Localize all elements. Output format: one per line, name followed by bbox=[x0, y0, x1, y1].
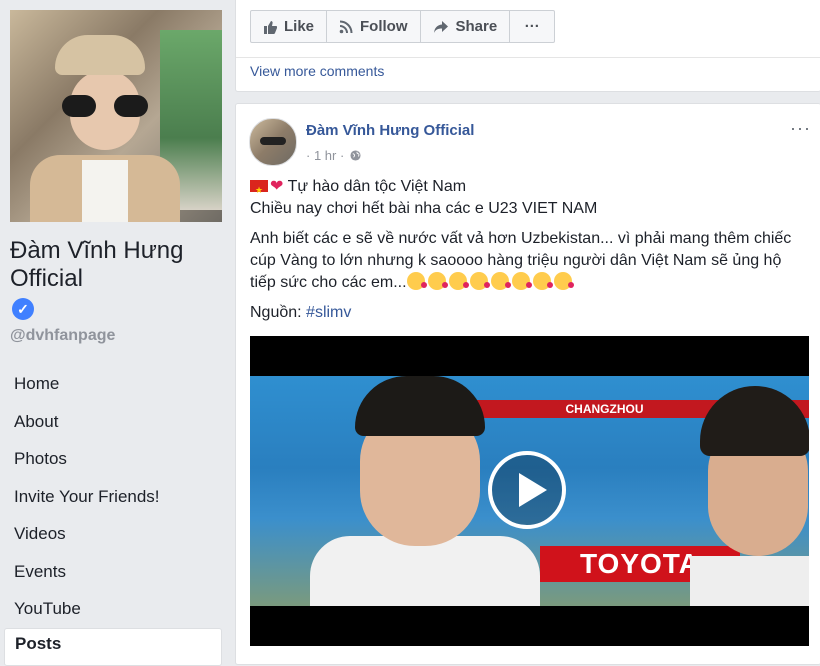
like-button[interactable]: Like bbox=[251, 11, 328, 42]
nav-item-events[interactable]: Events bbox=[4, 553, 222, 591]
nav-item-about[interactable]: About bbox=[4, 403, 222, 441]
play-icon[interactable] bbox=[488, 451, 566, 529]
more-options-button[interactable]: ··· bbox=[510, 11, 554, 42]
profile-picture[interactable] bbox=[10, 10, 222, 222]
rss-icon bbox=[339, 20, 353, 33]
globe-icon bbox=[350, 150, 361, 161]
like-label: Like bbox=[284, 18, 315, 35]
source-label: Nguồn: bbox=[250, 304, 302, 321]
share-arrow-icon bbox=[433, 20, 448, 33]
follow-button[interactable]: Follow bbox=[327, 11, 421, 42]
previous-post-card: Like Follow Share ··· View more comments bbox=[235, 0, 820, 92]
post-text-line-1: ❤ Tự hào dân tộc Việt Nam bbox=[250, 176, 810, 201]
view-more-comments-link[interactable]: View more comments bbox=[250, 63, 384, 79]
follow-label: Follow bbox=[360, 18, 408, 35]
post-options-button[interactable]: ··· bbox=[790, 118, 811, 139]
post-line-1: Tự hào dân tộc Việt Nam bbox=[287, 178, 467, 195]
post-line-2: Chiều nay chơi hết bài nha các e U23 VIE… bbox=[250, 200, 598, 217]
nav-item-posts[interactable]: Posts bbox=[4, 627, 222, 666]
post-timestamp[interactable]: · 1 hr · bbox=[306, 148, 344, 163]
nav-item-videos[interactable]: Videos bbox=[4, 515, 222, 553]
heart-icon: ❤ bbox=[270, 178, 284, 195]
divider bbox=[236, 57, 820, 58]
post-meta: · 1 hr · bbox=[306, 148, 361, 163]
nav-item-photos[interactable]: Photos bbox=[4, 440, 222, 478]
video-player[interactable]: CHANGZHOU TOYOTA bbox=[250, 336, 809, 646]
vietnam-flag-icon bbox=[250, 179, 268, 201]
left-column: Đàm Vĩnh Hưng Official ✓ @dvhfanpage Hom… bbox=[0, 0, 232, 666]
nav-item-invite-friends[interactable]: Invite Your Friends! bbox=[4, 478, 222, 516]
hashtag-link[interactable]: #slimv bbox=[306, 304, 351, 321]
kiss-emoji-icon bbox=[406, 272, 575, 291]
post-source: Nguồn: #slimv bbox=[250, 302, 810, 324]
verified-badge-icon: ✓ bbox=[12, 298, 34, 320]
nav-item-youtube[interactable]: YouTube bbox=[4, 590, 222, 628]
page-handle[interactable]: @dvhfanpage bbox=[10, 327, 115, 345]
share-label: Share bbox=[455, 18, 498, 35]
post-card: Đàm Vĩnh Hưng Official · 1 hr · ··· ❤ Tự… bbox=[235, 103, 820, 665]
page-nav: Home About Photos Invite Your Friends! V… bbox=[4, 365, 222, 666]
thumbs-up-icon bbox=[264, 20, 277, 34]
share-button[interactable]: Share bbox=[421, 11, 511, 42]
page-action-bar: Like Follow Share ··· bbox=[250, 10, 556, 43]
nav-item-home[interactable]: Home bbox=[4, 365, 222, 403]
page-title[interactable]: Đàm Vĩnh Hưng Official bbox=[10, 237, 225, 293]
post-paragraph: Anh biết các e sẽ về nước vất vả hơn Uzb… bbox=[250, 228, 810, 294]
post-author[interactable]: Đàm Vĩnh Hưng Official bbox=[306, 122, 474, 139]
author-avatar[interactable] bbox=[249, 118, 297, 166]
